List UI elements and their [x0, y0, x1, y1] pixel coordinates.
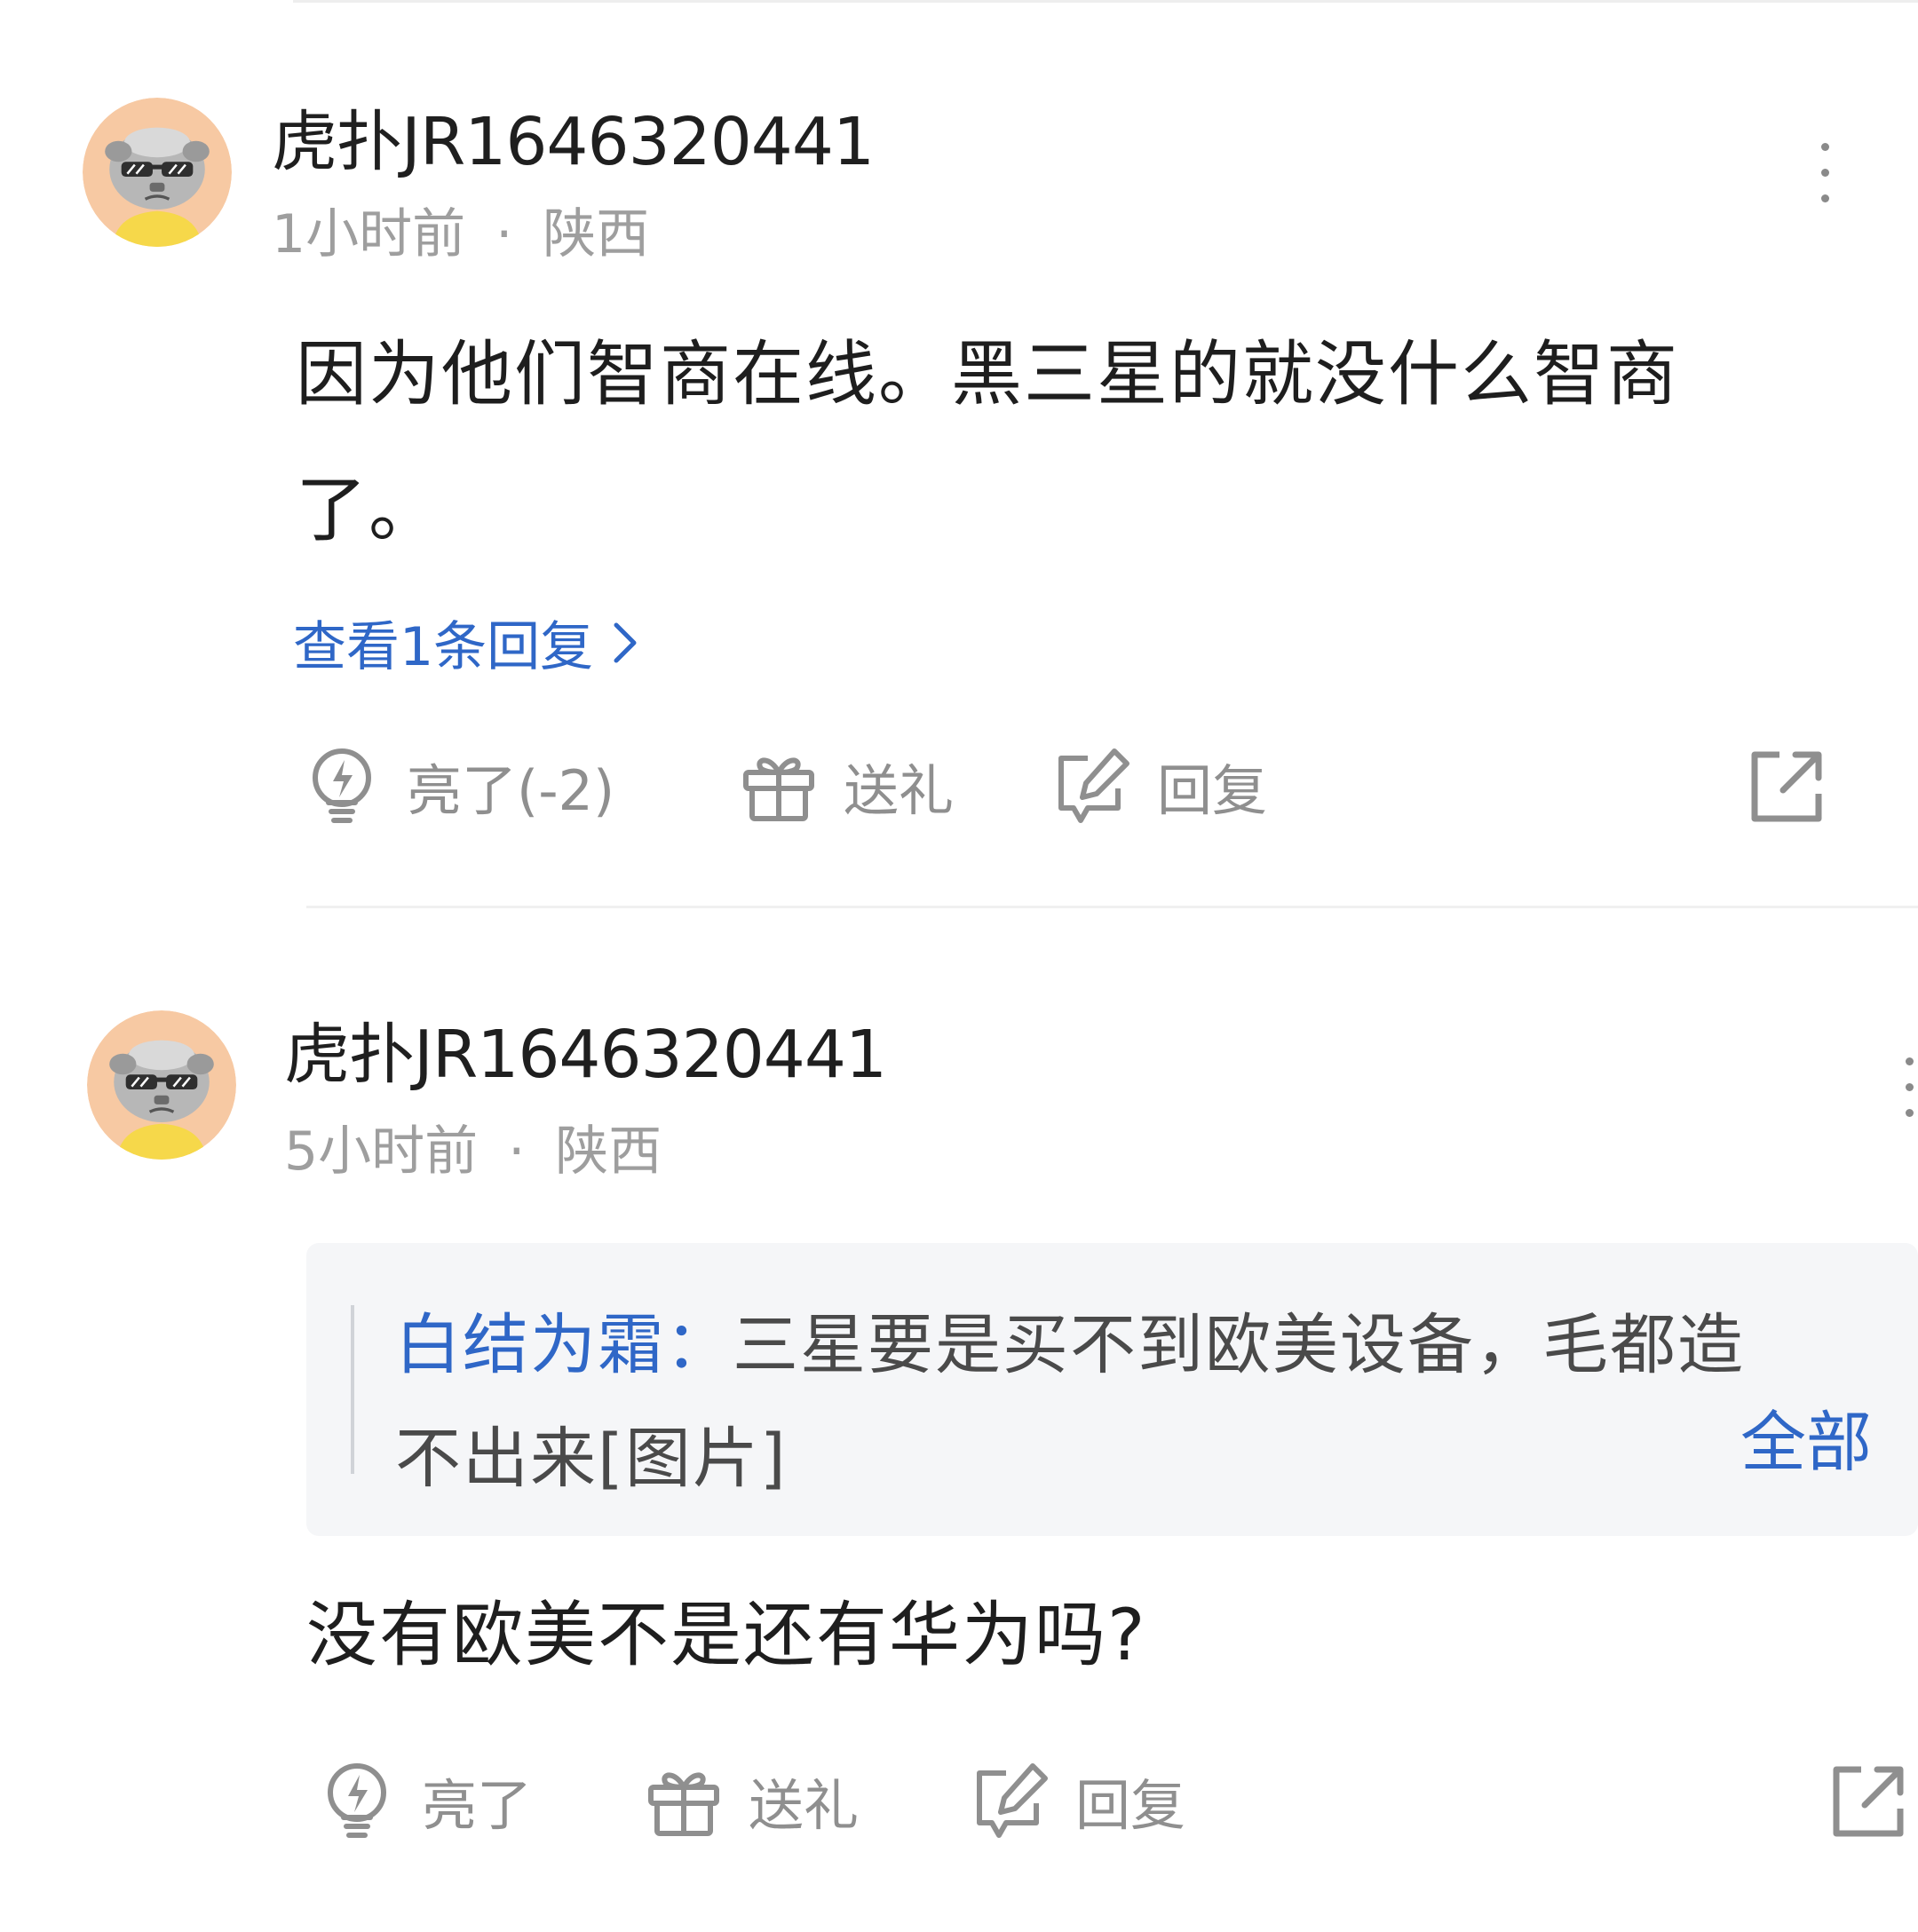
quote-author[interactable]: 白结为霜	[395, 1307, 665, 1383]
quote-expand-link[interactable]: 全部	[1740, 1390, 1872, 1485]
like-label: 亮了	[422, 1773, 533, 1838]
share-icon	[1751, 751, 1822, 822]
username[interactable]: 虎扑JR1646320441	[272, 89, 875, 184]
username[interactable]: 虎扑JR1646320441	[284, 1002, 887, 1097]
comment-meta: 1小时前 · 陕西	[272, 191, 649, 268]
comment-content-line: 了。	[296, 469, 441, 551]
share-button[interactable]	[1748, 741, 1827, 830]
reply-button[interactable]: 回复	[971, 1756, 1185, 1845]
gift-label: 送礼	[749, 1773, 860, 1838]
like-button[interactable]: 亮了(-2)	[302, 741, 614, 830]
quote-colon: ：	[665, 1307, 733, 1383]
quote-text: 三星要是买不到欧美设备，毛都造	[733, 1307, 1745, 1383]
gift-icon	[648, 1772, 719, 1836]
share-icon	[1833, 1766, 1904, 1837]
gift-button[interactable]: 送礼	[644, 1756, 859, 1845]
comment-time: 5小时前	[284, 1120, 479, 1183]
lightbulb-icon	[313, 748, 371, 823]
more-vertical-icon[interactable]	[1816, 138, 1834, 209]
share-button[interactable]	[1829, 1756, 1909, 1845]
avatar-image	[87, 1010, 236, 1160]
quote-line: 不出来[图片]	[395, 1405, 788, 1500]
reply-button[interactable]: 回复	[1052, 741, 1267, 830]
chevron-right-icon	[614, 622, 637, 662]
comment-content: 没有欧美不是还有华为吗?	[306, 1567, 1146, 1703]
comment-content: 因为他们智商在线。黑三星的就没什么智商 了。	[296, 306, 1679, 578]
comment-divider	[306, 906, 1918, 908]
like-label: 亮了(-2)	[407, 758, 615, 823]
like-button[interactable]: 亮了	[317, 1756, 532, 1845]
quote-text: 不出来[图片]	[395, 1421, 788, 1497]
gift-label: 送礼	[844, 758, 955, 823]
comment-time: 1小时前	[272, 203, 466, 265]
lightbulb-icon	[328, 1763, 386, 1838]
edit-reply-icon	[1058, 748, 1129, 823]
meta-separator: ·	[495, 203, 513, 265]
avatar[interactable]	[87, 1010, 236, 1160]
view-replies-label: 查看1条回复	[293, 616, 594, 678]
quote-bar	[351, 1305, 354, 1474]
comment-location: 陕西	[555, 1120, 662, 1183]
gift-icon	[743, 757, 814, 821]
comment-meta: 5小时前 · 陕西	[284, 1108, 662, 1185]
view-replies-link[interactable]: 查看1条回复	[293, 604, 641, 681]
edit-reply-icon	[977, 1763, 1048, 1838]
comment-content-line: 没有欧美不是还有华为吗?	[306, 1594, 1147, 1676]
quote-line: 白结为霜：三星要是买不到欧美设备，毛都造	[395, 1292, 1745, 1387]
gift-button[interactable]: 送礼	[739, 741, 954, 830]
avatar-image	[83, 98, 232, 247]
meta-separator: ·	[508, 1120, 526, 1183]
reply-label: 回复	[1075, 1773, 1186, 1838]
avatar[interactable]	[83, 98, 232, 247]
comment-location: 陕西	[543, 203, 650, 265]
comment-content-line: 因为他们智商在线。黑三星的就没什么智商	[296, 333, 1679, 416]
reply-label: 回复	[1157, 758, 1268, 823]
more-vertical-icon[interactable]	[1900, 1052, 1918, 1123]
top-divider	[293, 0, 1918, 3]
